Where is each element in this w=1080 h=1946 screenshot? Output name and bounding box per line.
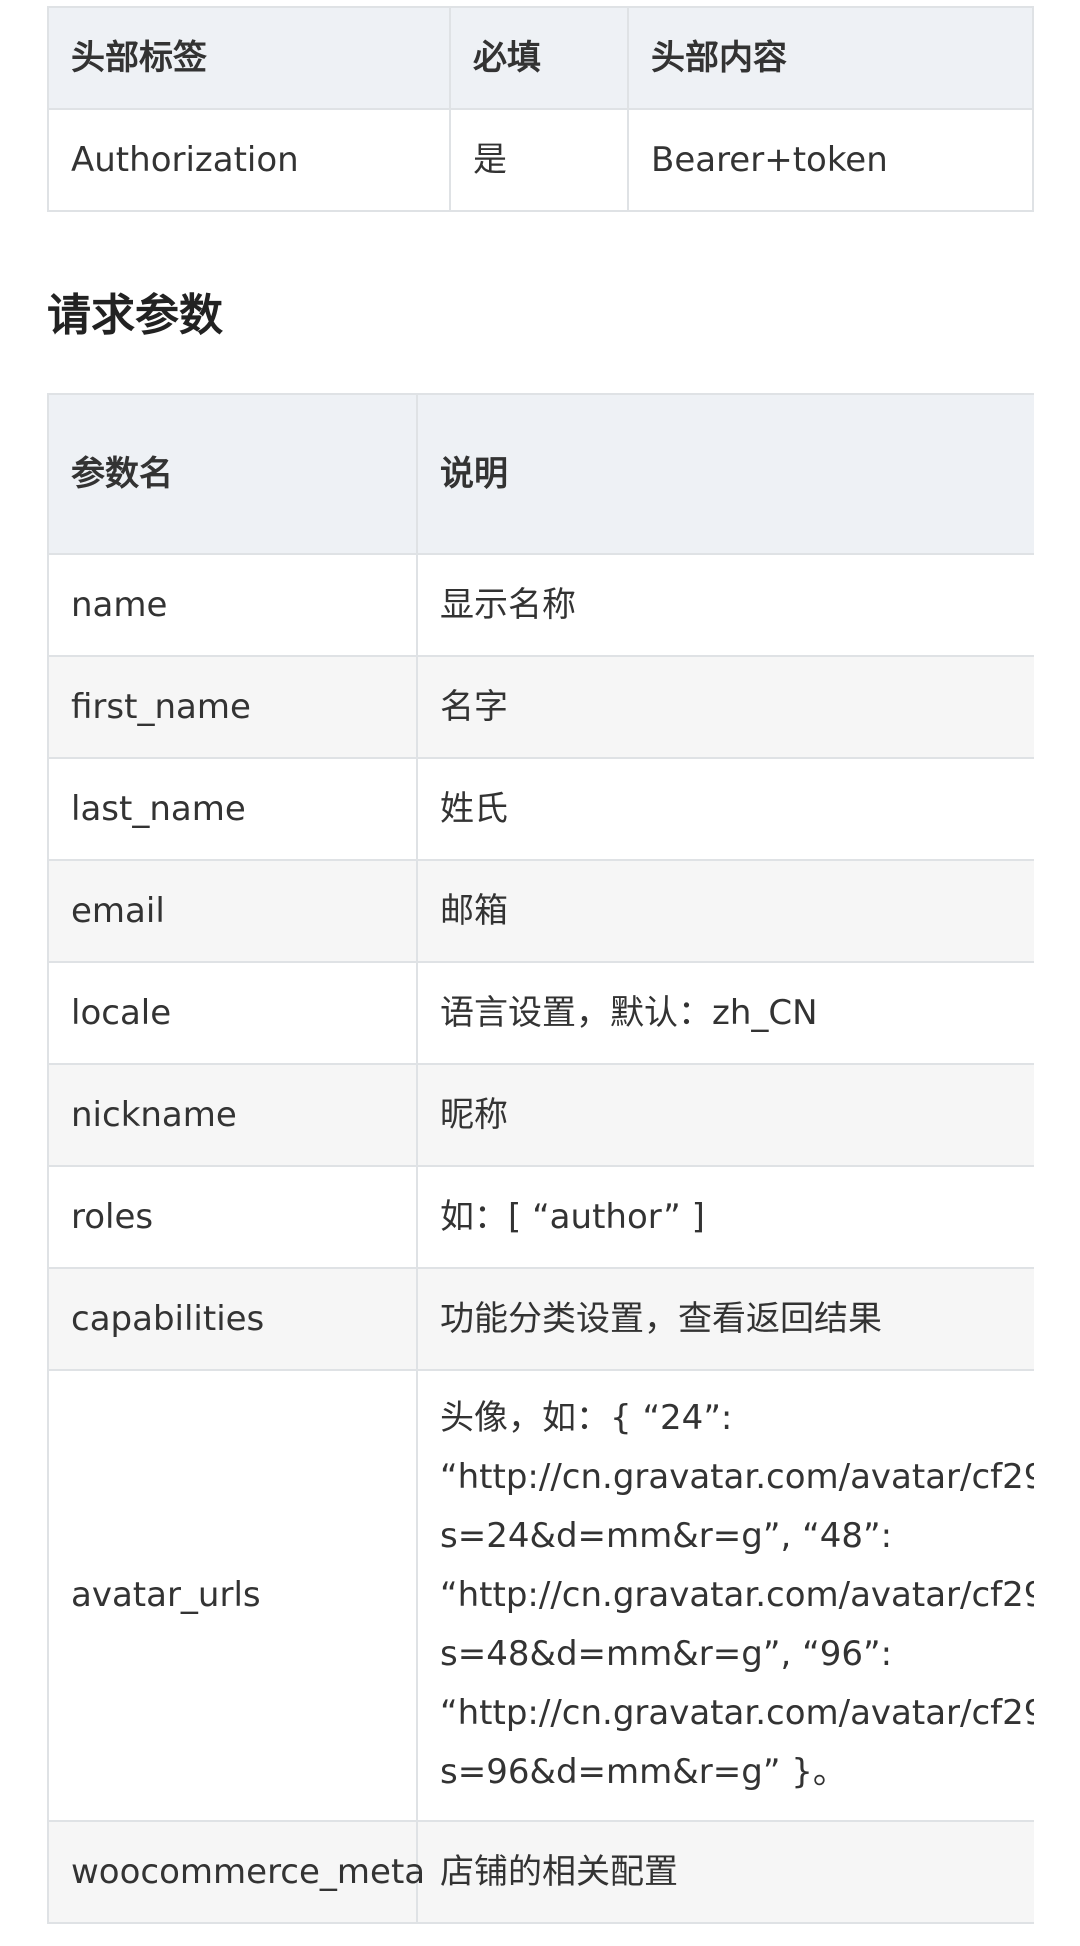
param-desc-cell: 功能分类设置，查看返回结果 — [416, 1267, 1034, 1371]
header-tag-cell: Authorization — [47, 108, 451, 212]
column-header-description: 说明 — [416, 393, 1034, 555]
table-row: name 显示名称 — [47, 553, 1034, 657]
param-name-cell: roles — [47, 1165, 418, 1269]
table-row: email 邮箱 — [47, 859, 1034, 963]
param-name-cell: nickname — [47, 1063, 418, 1167]
param-name-cell: capabilities — [47, 1267, 418, 1371]
table-row: roles 如：[ “author” ] — [47, 1165, 1034, 1269]
table-row: avatar_urls 头像，如：{ “24”: “http://cn.grav… — [47, 1369, 1034, 1822]
param-desc-cell: 显示名称 — [416, 553, 1034, 657]
param-name-cell: first_name — [47, 655, 418, 759]
column-header-required: 必填 — [449, 6, 629, 110]
params-table-scroll-area[interactable]: 参数名 说明 name 显示名称 first_name 名字 last_name… — [46, 393, 1034, 1946]
param-desc-cell: 头像，如：{ “24”: “http://cn.gravatar.com/ava… — [416, 1369, 1034, 1822]
section-title: 请求参数 — [47, 290, 223, 341]
table-header-row: 头部标签 必填 头部内容 — [47, 6, 1034, 110]
column-header-header-content: 头部内容 — [627, 6, 1034, 110]
request-params-table: 参数名 说明 name 显示名称 first_name 名字 last_name… — [47, 393, 1034, 1924]
table-row: first_name 名字 — [47, 655, 1034, 759]
table-row: Authorization 是 Bearer+token — [47, 108, 1034, 212]
param-name-cell: email — [47, 859, 418, 963]
param-name-cell: locale — [47, 961, 418, 1065]
param-desc-cell: 姓氏 — [416, 757, 1034, 861]
table-row: last_name 姓氏 — [47, 757, 1034, 861]
document-page: 头部标签 必填 头部内容 Authorization 是 Bearer+toke… — [0, 0, 1080, 1946]
table-row: woocommerce_meta 店铺的相关配置 — [47, 1820, 1034, 1924]
param-name-cell: last_name — [47, 757, 418, 861]
header-content-cell: Bearer+token — [627, 108, 1034, 212]
table-row: locale 语言设置，默认：zh_CN — [47, 961, 1034, 1065]
param-name-cell: avatar_urls — [47, 1369, 418, 1822]
param-desc-cell: 店铺的相关配置 — [416, 1820, 1034, 1924]
param-desc-cell: 语言设置，默认：zh_CN — [416, 961, 1034, 1065]
param-desc-cell: 昵称 — [416, 1063, 1034, 1167]
param-name-cell: name — [47, 553, 418, 657]
table-header-row: 参数名 说明 — [47, 393, 1034, 555]
table-row: capabilities 功能分类设置，查看返回结果 — [47, 1267, 1034, 1371]
required-cell: 是 — [449, 108, 629, 212]
column-header-param-name: 参数名 — [47, 393, 418, 555]
request-header-table: 头部标签 必填 头部内容 Authorization 是 Bearer+toke… — [47, 6, 1034, 212]
param-desc-cell: 如：[ “author” ] — [416, 1165, 1034, 1269]
param-desc-cell: 邮箱 — [416, 859, 1034, 963]
param-desc-cell: 名字 — [416, 655, 1034, 759]
column-header-header-tag: 头部标签 — [47, 6, 451, 110]
param-name-cell: woocommerce_meta — [47, 1820, 425, 1924]
table-row: nickname 昵称 — [47, 1063, 1034, 1167]
